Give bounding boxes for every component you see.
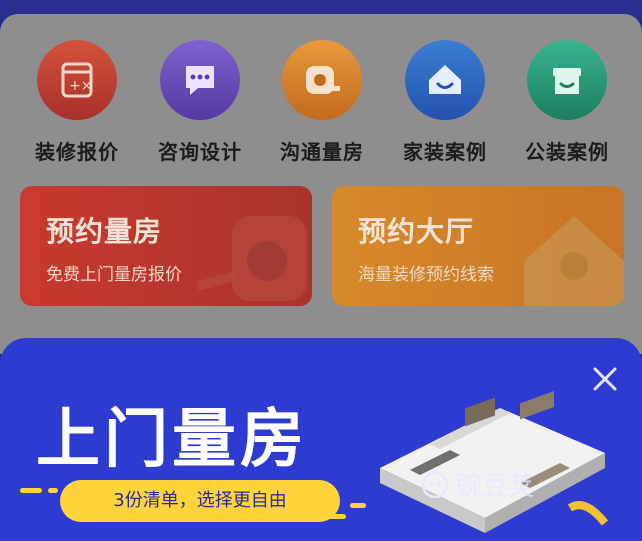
tape-measure-icon	[282, 40, 362, 120]
card-book-measure[interactable]: 预约量房 免费上门量房报价	[20, 186, 312, 306]
menu-item-commercial-cases[interactable]: 公装案例	[507, 40, 627, 165]
tape-measure-icon	[196, 216, 307, 301]
menu-item-label: 咨询设计	[158, 140, 242, 164]
card-booking-hall[interactable]: 预约大厅 海量装修预约线索	[332, 186, 624, 306]
promo-tag-text: 3份清单，选择更自由	[113, 490, 287, 511]
menu-item-label: 家装案例	[403, 140, 487, 164]
promo-popup: 上门量房 3份清单，选择更自由 豌豆荚	[0, 338, 642, 541]
promo-tag[interactable]: 3份清单，选择更自由	[60, 480, 340, 522]
decor-streak	[20, 488, 42, 493]
menu-item-design-consult[interactable]: 咨询设计	[140, 40, 260, 165]
house-icon	[405, 40, 485, 120]
watermark-logo-icon	[421, 471, 449, 499]
service-panel: +× 装修报价 咨询设计 沟通量房 家装案例 公装案例 预约量房 免费上门量房报…	[0, 14, 642, 354]
svg-text:+×: +×	[69, 78, 92, 94]
card-subtitle: 海量装修预约线索	[358, 265, 494, 285]
card-subtitle: 免费上门量房报价	[46, 265, 182, 285]
menu-item-decoration-quote[interactable]: +× 装修报价	[17, 40, 137, 165]
card-title: 预约大厅	[358, 215, 475, 248]
storefront-icon	[527, 40, 607, 120]
decor-streak	[350, 503, 366, 508]
card-title: 预约量房	[46, 215, 163, 248]
calculator-icon: +×	[37, 40, 117, 120]
menu-item-label: 公装案例	[525, 140, 609, 164]
menu-item-label: 沟通量房	[280, 140, 364, 164]
floorplan-illustration	[380, 391, 609, 533]
house-icon	[524, 216, 624, 306]
menu-item-label: 装修报价	[35, 140, 119, 164]
menu-item-measure-house[interactable]: 沟通量房	[262, 40, 382, 165]
menu-item-home-cases[interactable]: 家装案例	[385, 40, 505, 165]
service-menu: +× 装修报价 咨询设计 沟通量房 家装案例 公装案例	[0, 40, 642, 190]
promo-headline: 上门量房	[36, 403, 308, 477]
chat-bubble-icon	[160, 40, 240, 120]
watermark-text: 豌豆荚	[456, 472, 535, 502]
decor-streak	[48, 488, 58, 493]
